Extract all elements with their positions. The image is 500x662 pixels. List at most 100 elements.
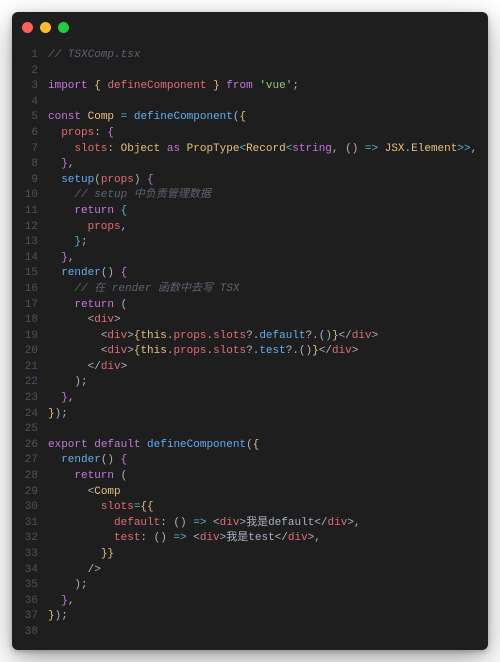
line-number: 5	[12, 110, 48, 126]
line-number: 17	[12, 298, 48, 314]
line-number: 38	[12, 625, 48, 641]
line-number: 2	[12, 64, 48, 80]
code-line: 16 // 在 render 函数中去写 TSX	[12, 282, 488, 298]
code-content: });	[48, 407, 488, 423]
code-line: 18 <div>	[12, 313, 488, 329]
line-number: 18	[12, 313, 48, 329]
code-window: 1// TSXComp.tsx23import { defineComponen…	[12, 12, 488, 650]
line-number: 9	[12, 173, 48, 189]
code-content: <div>	[48, 313, 488, 329]
line-number: 29	[12, 485, 48, 501]
line-number: 1	[12, 48, 48, 64]
code-line: 20 <div>{this.props.slots?.test?.()}</di…	[12, 344, 488, 360]
code-content	[48, 95, 488, 111]
line-number: 8	[12, 157, 48, 173]
code-content: const Comp = defineComponent({	[48, 110, 488, 126]
line-number: 4	[12, 95, 48, 111]
code-line: 29 <Comp	[12, 485, 488, 501]
line-number: 32	[12, 531, 48, 547]
code-content: <Comp	[48, 485, 488, 501]
line-number: 16	[12, 282, 48, 298]
code-line: 31 default: () => <div>我是default</div>,	[12, 516, 488, 532]
code-line: 17 return (	[12, 298, 488, 314]
code-line: 35 );	[12, 578, 488, 594]
code-line: 25	[12, 422, 488, 438]
line-number: 3	[12, 79, 48, 95]
code-line: 37});	[12, 609, 488, 625]
code-content: // 在 render 函数中去写 TSX	[48, 282, 488, 298]
line-number: 12	[12, 220, 48, 236]
code-content: }}	[48, 547, 488, 563]
code-line: 10 // setup 中负责管理数据	[12, 188, 488, 204]
code-line: 14 },	[12, 251, 488, 267]
code-content: },	[48, 157, 488, 173]
code-line: 13 };	[12, 235, 488, 251]
line-number: 23	[12, 391, 48, 407]
line-number: 7	[12, 142, 48, 158]
line-number: 36	[12, 594, 48, 610]
line-number: 19	[12, 329, 48, 345]
code-content: slots={{	[48, 500, 488, 516]
code-editor: 1// TSXComp.tsx23import { defineComponen…	[12, 42, 488, 650]
code-line: 12 props,	[12, 220, 488, 236]
zoom-icon[interactable]	[58, 22, 69, 33]
line-number: 10	[12, 188, 48, 204]
line-number: 37	[12, 609, 48, 625]
code-line: 27 render() {	[12, 453, 488, 469]
code-line: 33 }}	[12, 547, 488, 563]
code-content: default: () => <div>我是default</div>,	[48, 516, 488, 532]
close-icon[interactable]	[22, 22, 33, 33]
code-line: 24});	[12, 407, 488, 423]
code-content: );	[48, 375, 488, 391]
code-content: };	[48, 235, 488, 251]
code-line: 1// TSXComp.tsx	[12, 48, 488, 64]
code-line: 11 return {	[12, 204, 488, 220]
code-content: slots: Object as PropType<Record<string,…	[48, 142, 488, 158]
code-content: // TSXComp.tsx	[48, 48, 488, 64]
code-content: test: () => <div>我是test</div>,	[48, 531, 488, 547]
code-line: 38	[12, 625, 488, 641]
code-content: props,	[48, 220, 488, 236]
code-line: 21 </div>	[12, 360, 488, 376]
code-content: <div>{this.props.slots?.test?.()}</div>	[48, 344, 488, 360]
code-content: <div>{this.props.slots?.default?.()}</di…	[48, 329, 488, 345]
code-line: 28 return (	[12, 469, 488, 485]
code-content: return (	[48, 469, 488, 485]
line-number: 11	[12, 204, 48, 220]
line-number: 15	[12, 266, 48, 282]
code-line: 19 <div>{this.props.slots?.default?.()}<…	[12, 329, 488, 345]
line-number: 6	[12, 126, 48, 142]
code-content: });	[48, 609, 488, 625]
code-line: 32 test: () => <div>我是test</div>,	[12, 531, 488, 547]
code-line: 5const Comp = defineComponent({	[12, 110, 488, 126]
code-line: 9 setup(props) {	[12, 173, 488, 189]
window-titlebar	[12, 12, 488, 42]
line-number: 33	[12, 547, 48, 563]
line-number: 22	[12, 375, 48, 391]
line-number: 31	[12, 516, 48, 532]
code-content: import { defineComponent } from 'vue';	[48, 79, 488, 95]
code-content: </div>	[48, 360, 488, 376]
code-content: },	[48, 391, 488, 407]
line-number: 21	[12, 360, 48, 376]
code-content: return {	[48, 204, 488, 220]
code-line: 26export default defineComponent({	[12, 438, 488, 454]
code-content: export default defineComponent({	[48, 438, 488, 454]
code-line: 34 />	[12, 563, 488, 579]
code-content: props: {	[48, 126, 488, 142]
code-line: 23 },	[12, 391, 488, 407]
code-content: />	[48, 563, 488, 579]
code-content: // setup 中负责管理数据	[48, 188, 488, 204]
code-line: 36 },	[12, 594, 488, 610]
code-content: );	[48, 578, 488, 594]
code-content: render() {	[48, 266, 488, 282]
code-line: 22 );	[12, 375, 488, 391]
code-line: 30 slots={{	[12, 500, 488, 516]
line-number: 14	[12, 251, 48, 267]
code-content: },	[48, 251, 488, 267]
code-line: 3import { defineComponent } from 'vue';	[12, 79, 488, 95]
code-line: 2	[12, 64, 488, 80]
code-line: 8 },	[12, 157, 488, 173]
minimize-icon[interactable]	[40, 22, 51, 33]
code-content	[48, 64, 488, 80]
